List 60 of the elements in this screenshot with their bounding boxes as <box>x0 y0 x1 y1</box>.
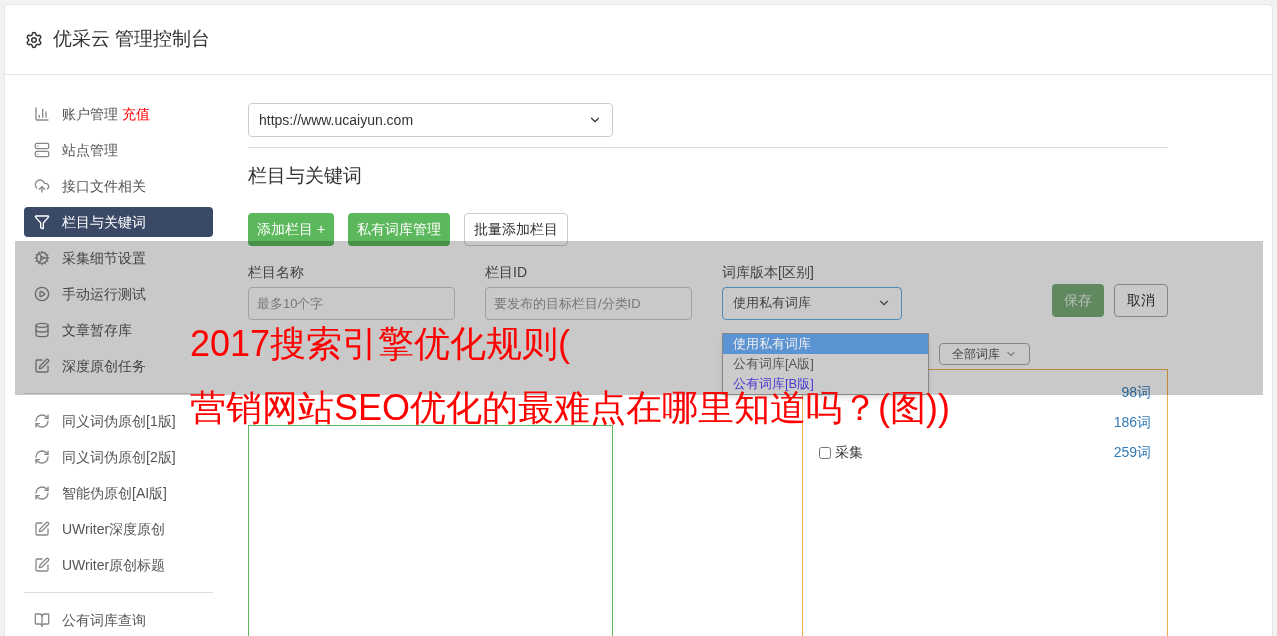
sidebar-item[interactable]: 同义词伪原创[2版] <box>24 442 213 472</box>
edit-icon <box>34 358 50 374</box>
database-icon <box>34 322 50 338</box>
sidebar-label: 手动运行测试 <box>62 284 146 304</box>
sidebar-label: 同义词伪原创[1版] <box>62 411 176 431</box>
site-select[interactable]: https://www.ucaiyun.com <box>248 103 613 137</box>
gears-icon <box>34 250 50 266</box>
sidebar-label: 智能伪原创[AI版] <box>62 483 167 503</box>
filter-icon <box>34 214 50 230</box>
sidebar-label: 采集细节设置 <box>62 248 146 268</box>
sidebar-label: 文章暂存库 <box>62 320 132 340</box>
id-input[interactable]: 要发布的目标栏目/分类ID <box>485 286 692 320</box>
library-name: 采集 <box>835 443 863 462</box>
console-title: 优采云 管理控制台 <box>53 27 211 52</box>
word-count: 98词 <box>1121 383 1151 402</box>
sidebar-label: 接口文件相关 <box>62 176 146 196</box>
edit-icon <box>34 557 50 573</box>
dropdown-option[interactable]: 公有词库[A版] <box>723 353 928 374</box>
name-input[interactable]: 最多10个字 <box>248 286 455 320</box>
refresh-icon <box>34 485 50 501</box>
sidebar-item[interactable]: 接口文件相关 <box>24 171 213 201</box>
sidebar-item[interactable]: 手动运行测试 <box>24 279 213 309</box>
filter-select[interactable]: 全部词库 <box>939 342 1030 365</box>
sidebar-label: 公有词库查询 <box>62 610 146 630</box>
sidebar-item[interactable]: 智能伪原创[AI版] <box>24 478 213 508</box>
bar-chart-icon <box>34 106 50 122</box>
action-button[interactable]: 批量添加栏目 <box>464 212 569 246</box>
library-checkbox[interactable] <box>819 446 831 459</box>
field-label: 栏目ID <box>485 262 528 282</box>
sidebar-item[interactable]: 账户管理 充值 <box>24 99 213 129</box>
overlay-title-line: 2017搜索引擎优化规则( <box>190 324 571 364</box>
sidebar-label: 深度原创任务 <box>62 356 146 376</box>
sidebar-item[interactable]: 公有词库查询 <box>24 605 213 635</box>
sidebar-item[interactable]: 采集细节设置 <box>24 243 213 273</box>
word-count: 259词 <box>1113 443 1151 462</box>
field-label: 栏目名称 <box>248 262 305 282</box>
play-icon <box>34 286 50 302</box>
refresh-icon <box>34 413 50 429</box>
library-select[interactable]: 使用私有词库 <box>722 286 902 320</box>
server-icon <box>34 142 50 158</box>
edit-icon <box>34 521 50 537</box>
settings-icon <box>25 30 43 49</box>
sidebar-item[interactable]: 栏目与关键词 <box>24 207 213 237</box>
field-label: 词库版本[区别] <box>722 262 815 282</box>
sidebar-label: 站点管理 <box>62 140 118 160</box>
recharge-link[interactable]: 充值 <box>122 103 150 125</box>
sidebar-label: 同义词伪原创[2版] <box>62 447 176 467</box>
sidebar-label: 账户管理 <box>62 104 118 124</box>
sidebar-label: UWriter深度原创 <box>62 519 166 539</box>
sidebar-item[interactable]: UWriter原创标题 <box>24 550 213 580</box>
section-title: 栏目与关键词 <box>248 164 363 188</box>
sidebar-label: 栏目与关键词 <box>62 212 146 232</box>
sidebar-label: UWriter原创标题 <box>62 555 166 575</box>
refresh-icon <box>34 449 50 465</box>
sidebar-item[interactable]: 站点管理 <box>24 135 213 165</box>
word-count: 186词 <box>1113 413 1151 432</box>
cancel-button[interactable]: 取消 <box>1114 283 1168 317</box>
cloud-upload-icon <box>34 178 50 194</box>
book-icon <box>34 612 50 628</box>
sidebar-item[interactable]: UWriter深度原创 <box>24 514 213 544</box>
